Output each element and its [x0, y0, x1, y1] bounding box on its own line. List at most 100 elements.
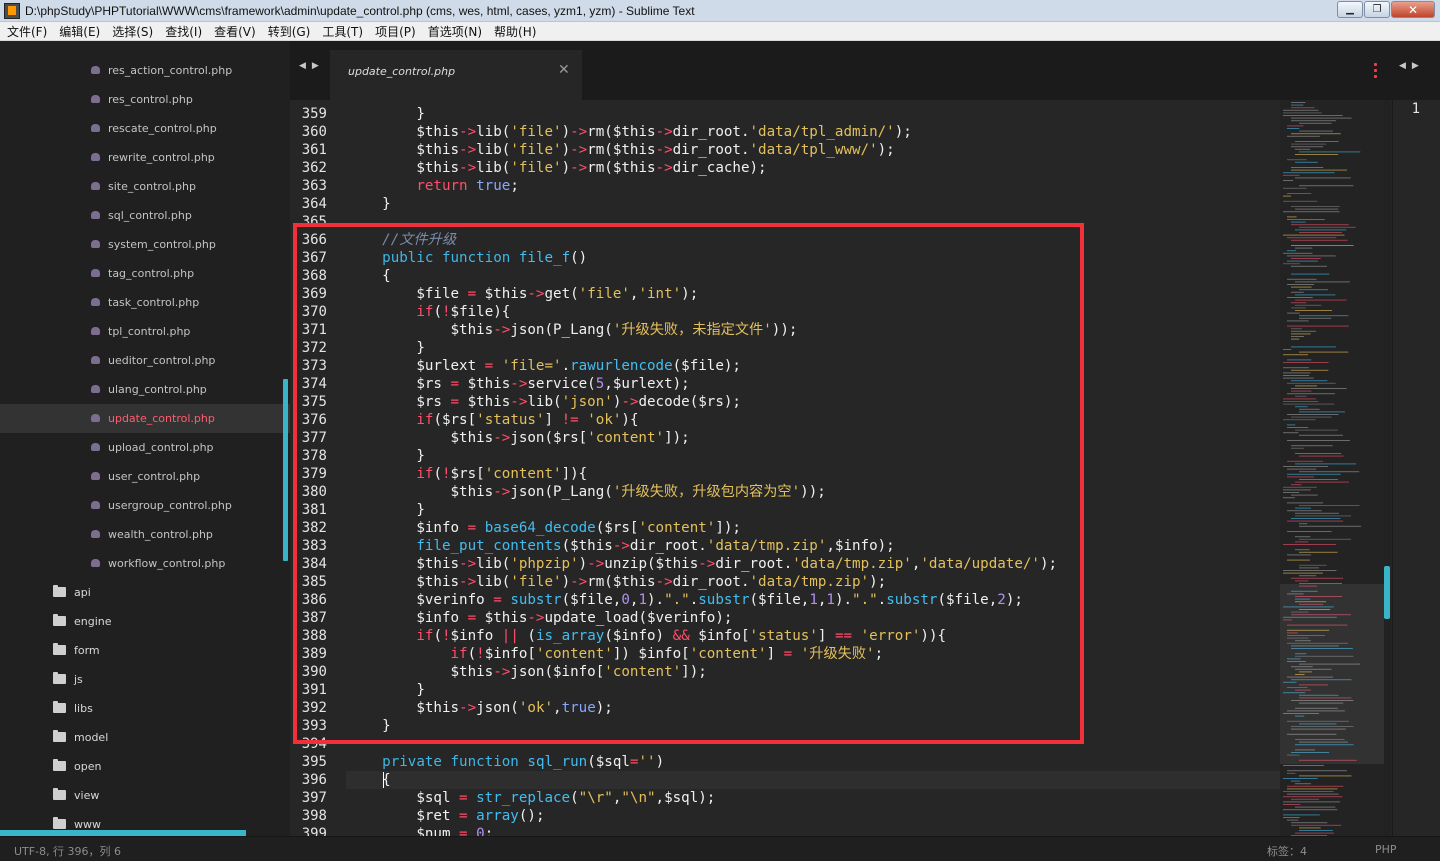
- sidebar-file-item[interactable]: tpl_control.php: [0, 317, 290, 346]
- menu-item[interactable]: 帮助(H): [489, 23, 543, 40]
- code-token: str_replace: [476, 790, 571, 806]
- menu-item[interactable]: 编辑(E): [54, 23, 107, 40]
- minimap-line: [1291, 380, 1328, 382]
- editor-scroll-track[interactable]: [1384, 100, 1391, 836]
- code-token: lib(: [476, 124, 511, 140]
- sidebar-folder-item[interactable]: form: [0, 636, 290, 665]
- maximize-button[interactable]: ❐: [1364, 1, 1390, 18]
- sidebar-file-item[interactable]: upload_control.php: [0, 433, 290, 462]
- line-number: 397: [301, 790, 327, 806]
- sidebar-file-item[interactable]: res_control.php: [0, 85, 290, 114]
- menu-item[interactable]: 查看(V): [209, 23, 263, 40]
- menu-item[interactable]: 选择(S): [107, 23, 160, 40]
- sidebar-folder-item[interactable]: open: [0, 752, 290, 781]
- sidebar-folder-item[interactable]: engine: [0, 607, 290, 636]
- sidebar-scrollbar[interactable]: [283, 379, 288, 561]
- menu-item[interactable]: 项目(P): [370, 23, 423, 40]
- right-split-pane[interactable]: 1: [1392, 100, 1440, 836]
- sidebar-file-item[interactable]: site_control.php: [0, 172, 290, 201]
- code-line: {: [348, 771, 391, 789]
- menu-item[interactable]: 查找(I): [160, 23, 209, 40]
- sidebar-folder-item[interactable]: libs: [0, 694, 290, 723]
- minimap-line: [1295, 154, 1339, 155]
- minimap-line: [1295, 247, 1313, 249]
- sidebar-folder-item[interactable]: view: [0, 781, 290, 810]
- code-line: private function sql_run($sql=''): [348, 753, 664, 771]
- minimap-line: [1291, 273, 1330, 275]
- sidebar-folder-item[interactable]: api: [0, 578, 290, 607]
- tab-close-icon[interactable]: ✕: [558, 62, 570, 78]
- sidebar-file-item[interactable]: system_control.php: [0, 230, 290, 259]
- close-window-button[interactable]: ✕: [1391, 1, 1435, 18]
- sidebar-file-item[interactable]: rewrite_control.php: [0, 143, 290, 172]
- minimap-line: [1287, 793, 1339, 795]
- sidebar-file-item[interactable]: ulang_control.php: [0, 375, 290, 404]
- tab-nav-right: ◀ ▶: [1399, 61, 1419, 71]
- tab-overflow-menu-icon[interactable]: [1374, 63, 1378, 78]
- status-syntax[interactable]: PHP: [1375, 843, 1397, 856]
- php-file-icon: [91, 414, 100, 422]
- sidebar-file-item[interactable]: workflow_control.php: [0, 549, 290, 578]
- minimap-line: [1283, 109, 1319, 111]
- minimize-button[interactable]: ▁: [1337, 1, 1363, 18]
- minimap-line: [1287, 237, 1337, 239]
- sidebar-file-item[interactable]: rescate_control.php: [0, 114, 290, 143]
- minimap-line: [1287, 125, 1304, 127]
- status-indentation[interactable]: 标签：4: [1267, 843, 1307, 859]
- arrow-left-icon[interactable]: ◀: [1399, 61, 1406, 71]
- menu-item[interactable]: 转到(G): [263, 23, 318, 40]
- menu-item[interactable]: 工具(T): [317, 23, 370, 40]
- minimap-line: [1291, 239, 1348, 241]
- minimap-line: [1283, 349, 1292, 350]
- minimap-line: [1299, 471, 1360, 473]
- minimap-line: [1295, 512, 1339, 514]
- minimap-line: [1295, 783, 1311, 785]
- minimap-line: [1283, 174, 1300, 176]
- minimap-line: [1295, 141, 1339, 142]
- code-token: ->: [459, 124, 477, 140]
- minimap[interactable]: [1280, 100, 1384, 836]
- minimap-line: [1295, 304, 1322, 306]
- sidebar-file-item[interactable]: tag_control.php: [0, 259, 290, 288]
- php-file-icon: [91, 182, 100, 190]
- status-encoding-position: UTF-8, 行 396，列 6: [14, 845, 122, 858]
- minimap-line: [1283, 817, 1300, 818]
- sidebar-file-item[interactable]: usergroup_control.php: [0, 491, 290, 520]
- sidebar-file-label: tag_control.php: [108, 267, 195, 280]
- php-file-icon: [91, 472, 100, 480]
- sidebar-file-label: res_control.php: [108, 93, 193, 106]
- minimap-line: [1295, 310, 1332, 311]
- sidebar-file-item[interactable]: update_control.php: [0, 404, 290, 433]
- code-token: return: [416, 178, 468, 194]
- minimap-viewport[interactable]: [1280, 584, 1384, 764]
- tab-update-control[interactable]: update_control.php ✕: [330, 50, 582, 100]
- code-token: ();: [518, 808, 545, 824]
- minimap-line: [1283, 497, 1295, 499]
- arrow-left-icon[interactable]: ◀: [299, 61, 306, 71]
- minimap-line: [1287, 414, 1339, 415]
- sidebar-file-item[interactable]: user_control.php: [0, 462, 290, 491]
- menu-item[interactable]: 首选项(N): [423, 23, 489, 40]
- code-token: 'data/tpl_www/': [749, 142, 878, 158]
- sidebar-file-label: wealth_control.php: [108, 528, 213, 541]
- sidebar-file-item[interactable]: sql_control.php: [0, 201, 290, 230]
- minimap-line: [1295, 148, 1311, 150]
- sidebar-file-item[interactable]: ueditor_control.php: [0, 346, 290, 375]
- sidebar-file-item[interactable]: wealth_control.php: [0, 520, 290, 549]
- sidebar-folder-item[interactable]: js: [0, 665, 290, 694]
- minimap-line: [1291, 291, 1304, 293]
- arrow-right-icon[interactable]: ▶: [312, 61, 319, 71]
- menu-item[interactable]: 文件(F): [2, 23, 54, 40]
- php-file-icon: [91, 95, 100, 103]
- sidebar-file-item[interactable]: task_control.php: [0, 288, 290, 317]
- arrow-right-icon[interactable]: ▶: [1412, 61, 1419, 71]
- editor-scrollbar[interactable]: [1384, 566, 1390, 619]
- code-token: ->: [570, 124, 588, 140]
- sidebar-folder-item[interactable]: model: [0, 723, 290, 752]
- sidebar-file-label: ulang_control.php: [108, 383, 207, 396]
- sidebar-file-item[interactable]: res_action_control.php: [0, 56, 290, 85]
